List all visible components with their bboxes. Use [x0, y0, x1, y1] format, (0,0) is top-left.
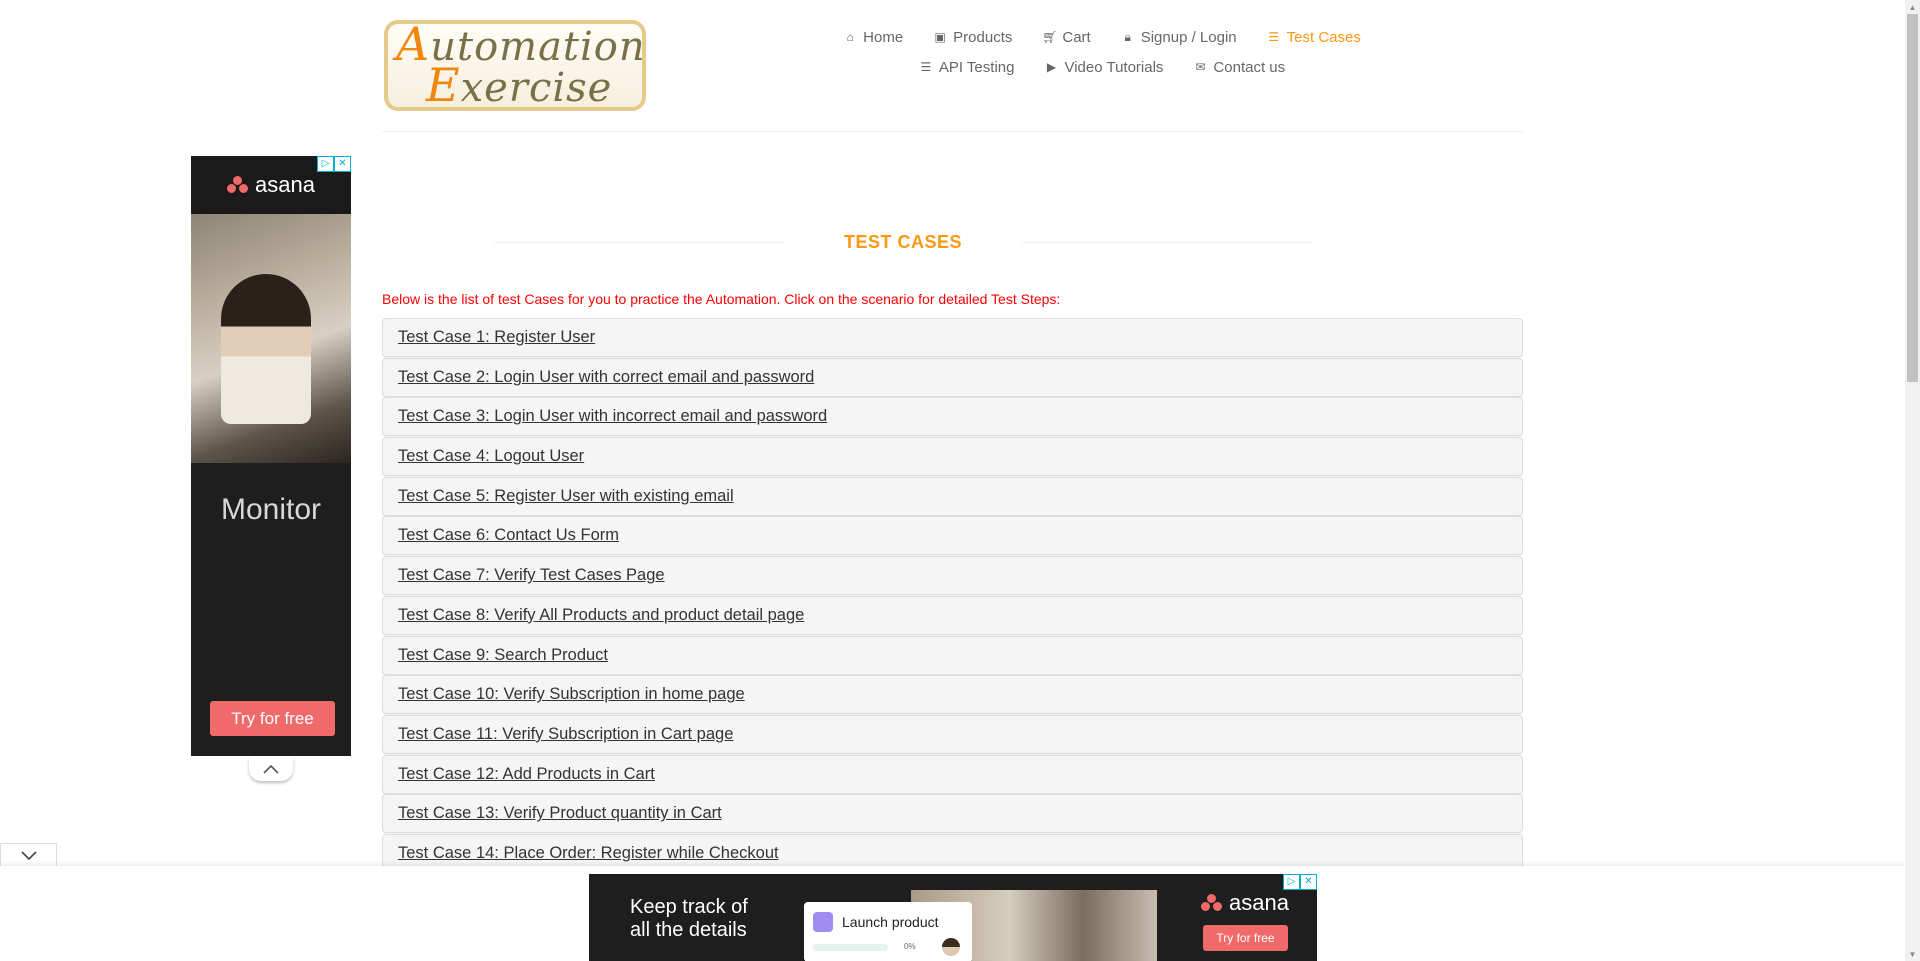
test-case-link[interactable]: Test Case 2: Login User with correct ema… — [398, 368, 814, 387]
ad-info-icon[interactable]: ▷ — [1283, 874, 1300, 890]
asana-logo-icon — [1201, 894, 1223, 912]
nav-label: Home — [863, 28, 904, 46]
title-divider — [494, 241, 784, 243]
nav-label: API Testing — [938, 58, 1015, 76]
asana-logo-icon — [227, 176, 249, 194]
nav-label: Cart — [1062, 28, 1091, 46]
ad-headline: Monitor — [220, 493, 322, 526]
ad-try-free-button[interactable]: Try for free — [210, 701, 335, 736]
test-case-link[interactable]: Test Case 12: Add Products in Cart — [398, 765, 655, 784]
test-case-list: Test Case 1: Register User Test Case 2: L… — [382, 318, 1523, 874]
nav-contact-us[interactable]: ✉ Contact us — [1178, 58, 1300, 76]
test-case-row[interactable]: Test Case 11: Verify Subscription in Car… — [382, 714, 1523, 754]
main-nav: ⌂ Home ▣ Products 🛒︎ Cart 🔒︎ Signup / Login … — [782, 28, 1422, 76]
scrollbar-thumb[interactable] — [1907, 14, 1918, 382]
test-case-row[interactable]: Test Case 5: Register User with existing… — [382, 476, 1523, 516]
bottom-advertisement[interactable]: Keep track of all the details Launch pro… — [589, 874, 1317, 961]
test-case-link[interactable]: Test Case 6: Contact Us Form — [398, 526, 619, 545]
bottom-ad-try-free-button[interactable]: Try for free — [1203, 925, 1288, 951]
page-title: TEST CASES — [843, 231, 963, 252]
avatar — [942, 938, 960, 956]
test-case-row[interactable]: Test Case 4: Logout User — [382, 437, 1523, 477]
cart-icon: 🛒︎ — [1042, 30, 1058, 44]
test-case-link[interactable]: Test Case 13: Verify Product quantity in… — [398, 804, 722, 823]
ad-close-icon[interactable]: ✕ — [334, 156, 351, 172]
nav-signup-login[interactable]: 🔒︎ Signup / Login — [1106, 28, 1252, 46]
test-case-row[interactable]: Test Case 3: Login User with incorrect e… — [382, 397, 1523, 437]
nav-home[interactable]: ⌂ Home — [828, 28, 918, 46]
nav-api-testing[interactable]: ☰ API Testing — [904, 58, 1030, 76]
logo-word-2: xercise — [460, 64, 613, 111]
chevron-down-icon — [20, 850, 37, 860]
bottom-ad-headline: Keep track of all the details — [630, 896, 748, 942]
test-case-link[interactable]: Test Case 7: Verify Test Cases Page — [398, 566, 665, 585]
test-case-link[interactable]: Test Case 1: Register User — [398, 328, 595, 347]
products-icon: ▣ — [934, 30, 946, 44]
nav-products[interactable]: ▣ Products — [918, 28, 1027, 46]
test-case-row[interactable]: Test Case 9: Search Product — [382, 635, 1523, 675]
site-header: Automation Exercise ⌂ Home ▣ Products 🛒︎ Ca… — [382, 0, 1524, 132]
chevron-up-icon — [263, 764, 279, 774]
page-scrollbar[interactable]: ▲ ▼ — [1905, 0, 1920, 961]
ad-photo — [191, 214, 351, 463]
lock-icon: 🔒︎ — [1124, 29, 1131, 44]
task-progress-text: 0% — [904, 942, 916, 951]
test-case-link[interactable]: Test Case 8: Verify All Products and pro… — [398, 606, 804, 625]
test-case-row[interactable]: Test Case 7: Verify Test Cases Page — [382, 556, 1523, 596]
logo-word-1: utomation — [430, 23, 646, 70]
test-case-row[interactable]: Test Case 13: Verify Product quantity in… — [382, 794, 1523, 834]
task-icon — [813, 912, 833, 932]
bottom-ad-brand: asana — [1201, 890, 1289, 916]
test-case-row[interactable]: Test Case 12: Add Products in Cart — [382, 754, 1523, 794]
task-title: Launch product — [842, 914, 939, 930]
test-case-link[interactable]: Test Case 4: Logout User — [398, 447, 584, 466]
task-progress-bar — [813, 944, 888, 951]
headline-line-2: all the details — [630, 919, 747, 941]
test-case-row[interactable]: Test Case 6: Contact Us Form — [382, 516, 1523, 556]
test-case-link[interactable]: Test Case 3: Login User with incorrect e… — [398, 407, 827, 426]
section-title: TEST CASES — [494, 230, 1312, 254]
test-case-row[interactable]: Test Case 1: Register User — [382, 318, 1523, 357]
test-case-link[interactable]: Test Case 14: Place Order: Register whil… — [398, 844, 779, 863]
intro-text: Below is the list of test Cases for you … — [382, 291, 1061, 307]
side-advertisement[interactable]: ▷ ✕ asana Monitor Try for free — [191, 156, 351, 756]
scroll-up-icon[interactable]: ▲ — [1905, 0, 1920, 14]
test-case-link[interactable]: Test Case 10: Verify Subscription in hom… — [398, 685, 745, 704]
test-case-row[interactable]: Test Case 8: Verify All Products and pro… — [382, 595, 1523, 635]
list-icon: ☰ — [920, 60, 932, 74]
headline-line-1: Keep track of — [630, 896, 748, 918]
envelope-icon: ✉ — [1195, 60, 1206, 74]
test-case-link[interactable]: Test Case 9: Search Product — [398, 646, 608, 665]
ad-brand-name: asana — [1229, 890, 1289, 915]
nav-video-tutorials[interactable]: ▶ Video Tutorials — [1029, 58, 1178, 76]
test-case-link[interactable]: Test Case 5: Register User with existing… — [398, 487, 734, 506]
nav-label: Products — [953, 28, 1013, 46]
home-icon: ⌂ — [846, 30, 854, 44]
nav-label: Signup / Login — [1140, 28, 1237, 46]
nav-label: Video Tutorials — [1064, 58, 1164, 76]
ad-choices-badge[interactable]: ▷ ✕ — [1283, 874, 1317, 890]
title-divider — [1022, 241, 1312, 243]
bottom-ad-collapse-button[interactable] — [0, 843, 57, 867]
ad-close-icon[interactable]: ✕ — [1300, 874, 1317, 890]
site-logo[interactable]: Automation Exercise — [384, 20, 646, 111]
test-case-row[interactable]: Test Case 2: Login User with correct ema… — [382, 357, 1523, 397]
logo-line-2: Exercise — [396, 62, 642, 108]
list-icon: ☰ — [1268, 30, 1280, 44]
logo-cap-e: E — [426, 57, 461, 112]
ad-brand-name: asana — [255, 172, 315, 197]
youtube-icon: ▶ — [1046, 60, 1057, 74]
test-case-link[interactable]: Test Case 11: Verify Subscription in Car… — [398, 725, 733, 744]
ad-info-icon[interactable]: ▷ — [317, 156, 334, 172]
nav-test-cases[interactable]: ☰ Test Cases — [1252, 28, 1376, 46]
ad-choices-badge[interactable]: ▷ ✕ — [317, 156, 351, 172]
test-case-row[interactable]: Test Case 10: Verify Subscription in hom… — [382, 675, 1523, 715]
nav-cart[interactable]: 🛒︎ Cart — [1027, 28, 1105, 46]
side-ad-collapse-button[interactable] — [249, 757, 293, 781]
nav-label: Contact us — [1213, 58, 1286, 76]
bottom-ad-task-card: Launch product 0% — [804, 902, 972, 961]
nav-label: Test Cases — [1286, 28, 1361, 46]
scroll-down-icon[interactable]: ▼ — [1905, 947, 1920, 961]
